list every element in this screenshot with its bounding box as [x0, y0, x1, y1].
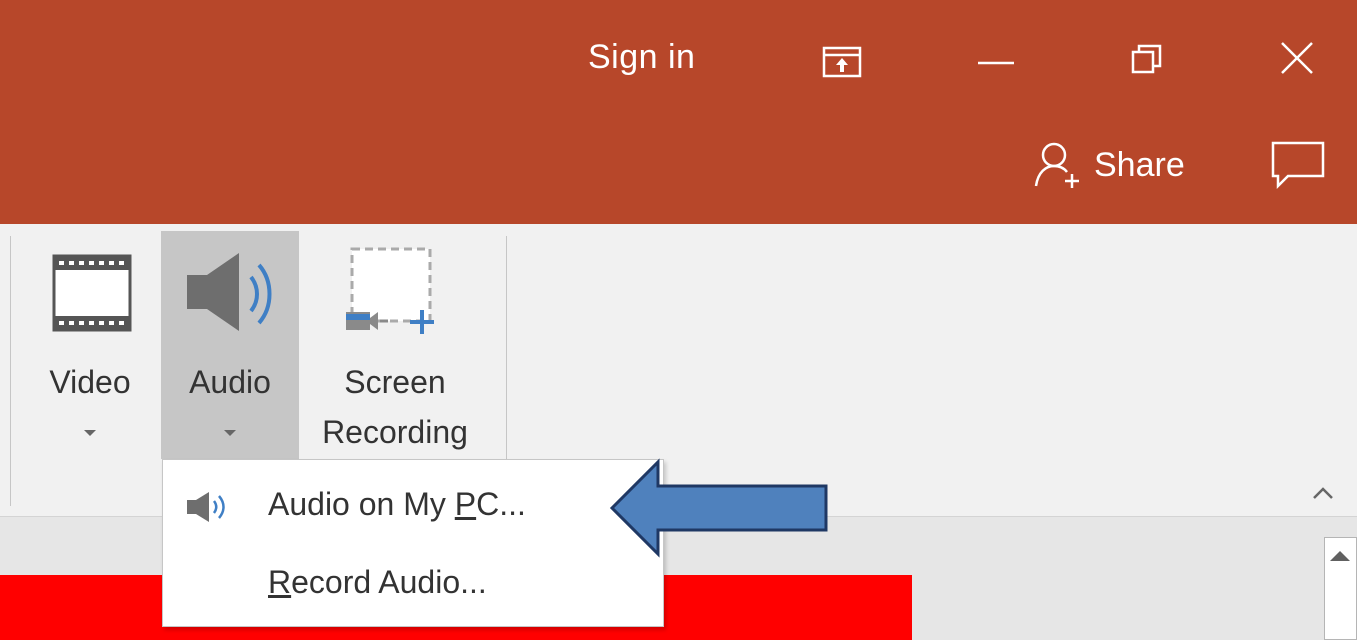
ribbon-display-options-icon[interactable] — [822, 46, 862, 80]
chevron-down-icon — [224, 430, 236, 436]
share-label: Share — [1094, 145, 1185, 184]
sign-in-link[interactable]: Sign in — [588, 38, 695, 77]
title-bar: Sign in Share — [0, 0, 1357, 224]
scroll-up-button[interactable] — [1324, 537, 1357, 581]
annotation-arrow-icon — [609, 458, 828, 558]
screen-label: Screen — [344, 364, 446, 400]
person-add-icon — [1034, 142, 1079, 188]
video-button[interactable]: Video — [38, 240, 142, 455]
menu-item-label: Record Audio... — [268, 564, 487, 600]
screen-recording-button[interactable]: Screen Recording — [302, 240, 488, 460]
menu-item-record-audio[interactable]: Record Audio... — [163, 554, 663, 614]
chevron-down-icon — [84, 430, 96, 436]
ribbon-divider — [10, 236, 11, 506]
comment-icon[interactable] — [1270, 140, 1326, 190]
restore-icon[interactable] — [1130, 42, 1164, 76]
screen-recording-icon — [346, 247, 434, 334]
video-label: Video — [49, 364, 131, 400]
collapse-ribbon-icon[interactable] — [1308, 482, 1338, 502]
audio-dropdown-menu: Audio on My PC... Record Audio... — [162, 459, 664, 627]
close-icon[interactable] — [1279, 40, 1315, 76]
menu-item-label: Audio on My PC... — [268, 486, 526, 522]
minimize-icon[interactable] — [976, 60, 1016, 66]
triangle-up-icon — [1330, 551, 1350, 561]
film-icon — [52, 254, 132, 332]
audio-label: Audio — [189, 364, 271, 400]
speaker-icon — [187, 253, 272, 331]
share-button[interactable]: Share — [1030, 140, 1185, 190]
audio-button[interactable]: Audio — [161, 231, 299, 459]
recording-label: Recording — [322, 414, 468, 450]
speaker-icon — [187, 492, 225, 522]
ribbon-divider — [506, 236, 507, 462]
menu-item-audio-on-my-pc[interactable]: Audio on My PC... — [163, 476, 663, 536]
